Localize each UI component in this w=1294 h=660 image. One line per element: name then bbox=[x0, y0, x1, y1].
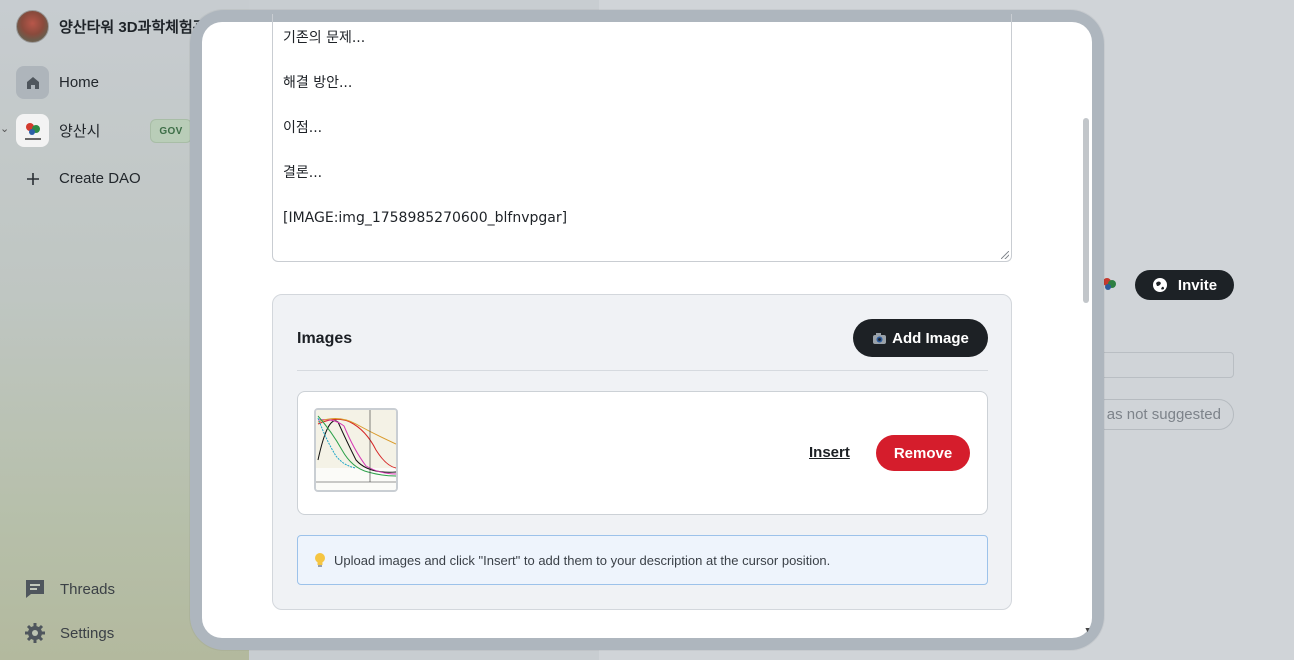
org-header[interactable]: 양산타워 3D과학체험관 bbox=[16, 10, 207, 43]
image-thumbnail[interactable] bbox=[314, 408, 398, 492]
sidebar-item-label: 양산시 bbox=[59, 123, 101, 140]
yangsan-logo-icon bbox=[16, 114, 49, 147]
lightbulb-icon bbox=[315, 553, 325, 567]
uploaded-image-card: Insert Remove bbox=[297, 391, 988, 515]
modal-scrollbar[interactable] bbox=[1083, 118, 1089, 303]
upload-hint: Upload images and click "Insert" to add … bbox=[297, 535, 988, 585]
description-line: 기존의 문제... bbox=[283, 30, 366, 46]
sidebar-item-create-dao[interactable]: Create DAO bbox=[16, 162, 141, 195]
description-line: 결론... bbox=[283, 165, 323, 181]
sidebar-item-settings[interactable]: Settings bbox=[24, 622, 114, 644]
org-name: 양산타워 3D과학체험관 bbox=[59, 19, 207, 36]
description-textarea[interactable]: 기존의 문제... 해결 방안... 이점... 결론... [IMAGE:im… bbox=[272, 14, 1012, 262]
plus-icon bbox=[16, 162, 49, 195]
images-title: Images bbox=[297, 330, 353, 347]
description-line: 이점... bbox=[283, 120, 323, 136]
scroll-down-arrow-icon[interactable]: ▼ bbox=[1084, 627, 1091, 634]
resize-handle[interactable] bbox=[1001, 251, 1009, 259]
add-image-label: Add Image bbox=[892, 329, 969, 347]
add-image-button[interactable]: Add Image bbox=[853, 319, 988, 357]
home-icon bbox=[16, 66, 49, 99]
divider bbox=[297, 370, 988, 371]
sidebar-item-label: Home bbox=[59, 74, 100, 91]
gov-badge: GOV bbox=[150, 119, 192, 143]
invite-label: Invite bbox=[1177, 276, 1218, 294]
description-line: 해결 방안... bbox=[283, 75, 353, 91]
globe-icon bbox=[1152, 278, 1167, 292]
org-avatar bbox=[16, 10, 49, 43]
camera-icon bbox=[873, 332, 887, 344]
sidebar-item-threads[interactable]: Threads bbox=[24, 578, 115, 600]
upload-hint-text: Upload images and click "Insert" to add … bbox=[334, 552, 831, 568]
sidebar-item-yangsan[interactable]: 양산시 bbox=[16, 114, 100, 147]
sidebar-item-label: Settings bbox=[60, 624, 115, 642]
gear-icon bbox=[25, 623, 45, 643]
insert-link[interactable]: Insert bbox=[809, 444, 850, 461]
sidebar-item-label: Create DAO bbox=[59, 170, 141, 187]
invite-button[interactable]: Invite bbox=[1135, 270, 1234, 300]
images-section: Images Add Image Insert Remove Upload im… bbox=[272, 294, 1012, 610]
sidebar-item-home[interactable]: Home bbox=[16, 66, 99, 99]
remove-button[interactable]: Remove bbox=[876, 435, 970, 471]
description-line: [IMAGE:img_1758985270600_blfnvpgar] bbox=[283, 210, 568, 226]
chevron-down-icon[interactable]: ⌄ bbox=[0, 122, 9, 135]
threads-icon bbox=[26, 580, 44, 598]
sidebar-item-label: Threads bbox=[60, 580, 116, 598]
background-input[interactable] bbox=[1100, 352, 1234, 378]
background-chip[interactable]: as not suggested bbox=[1090, 399, 1234, 430]
